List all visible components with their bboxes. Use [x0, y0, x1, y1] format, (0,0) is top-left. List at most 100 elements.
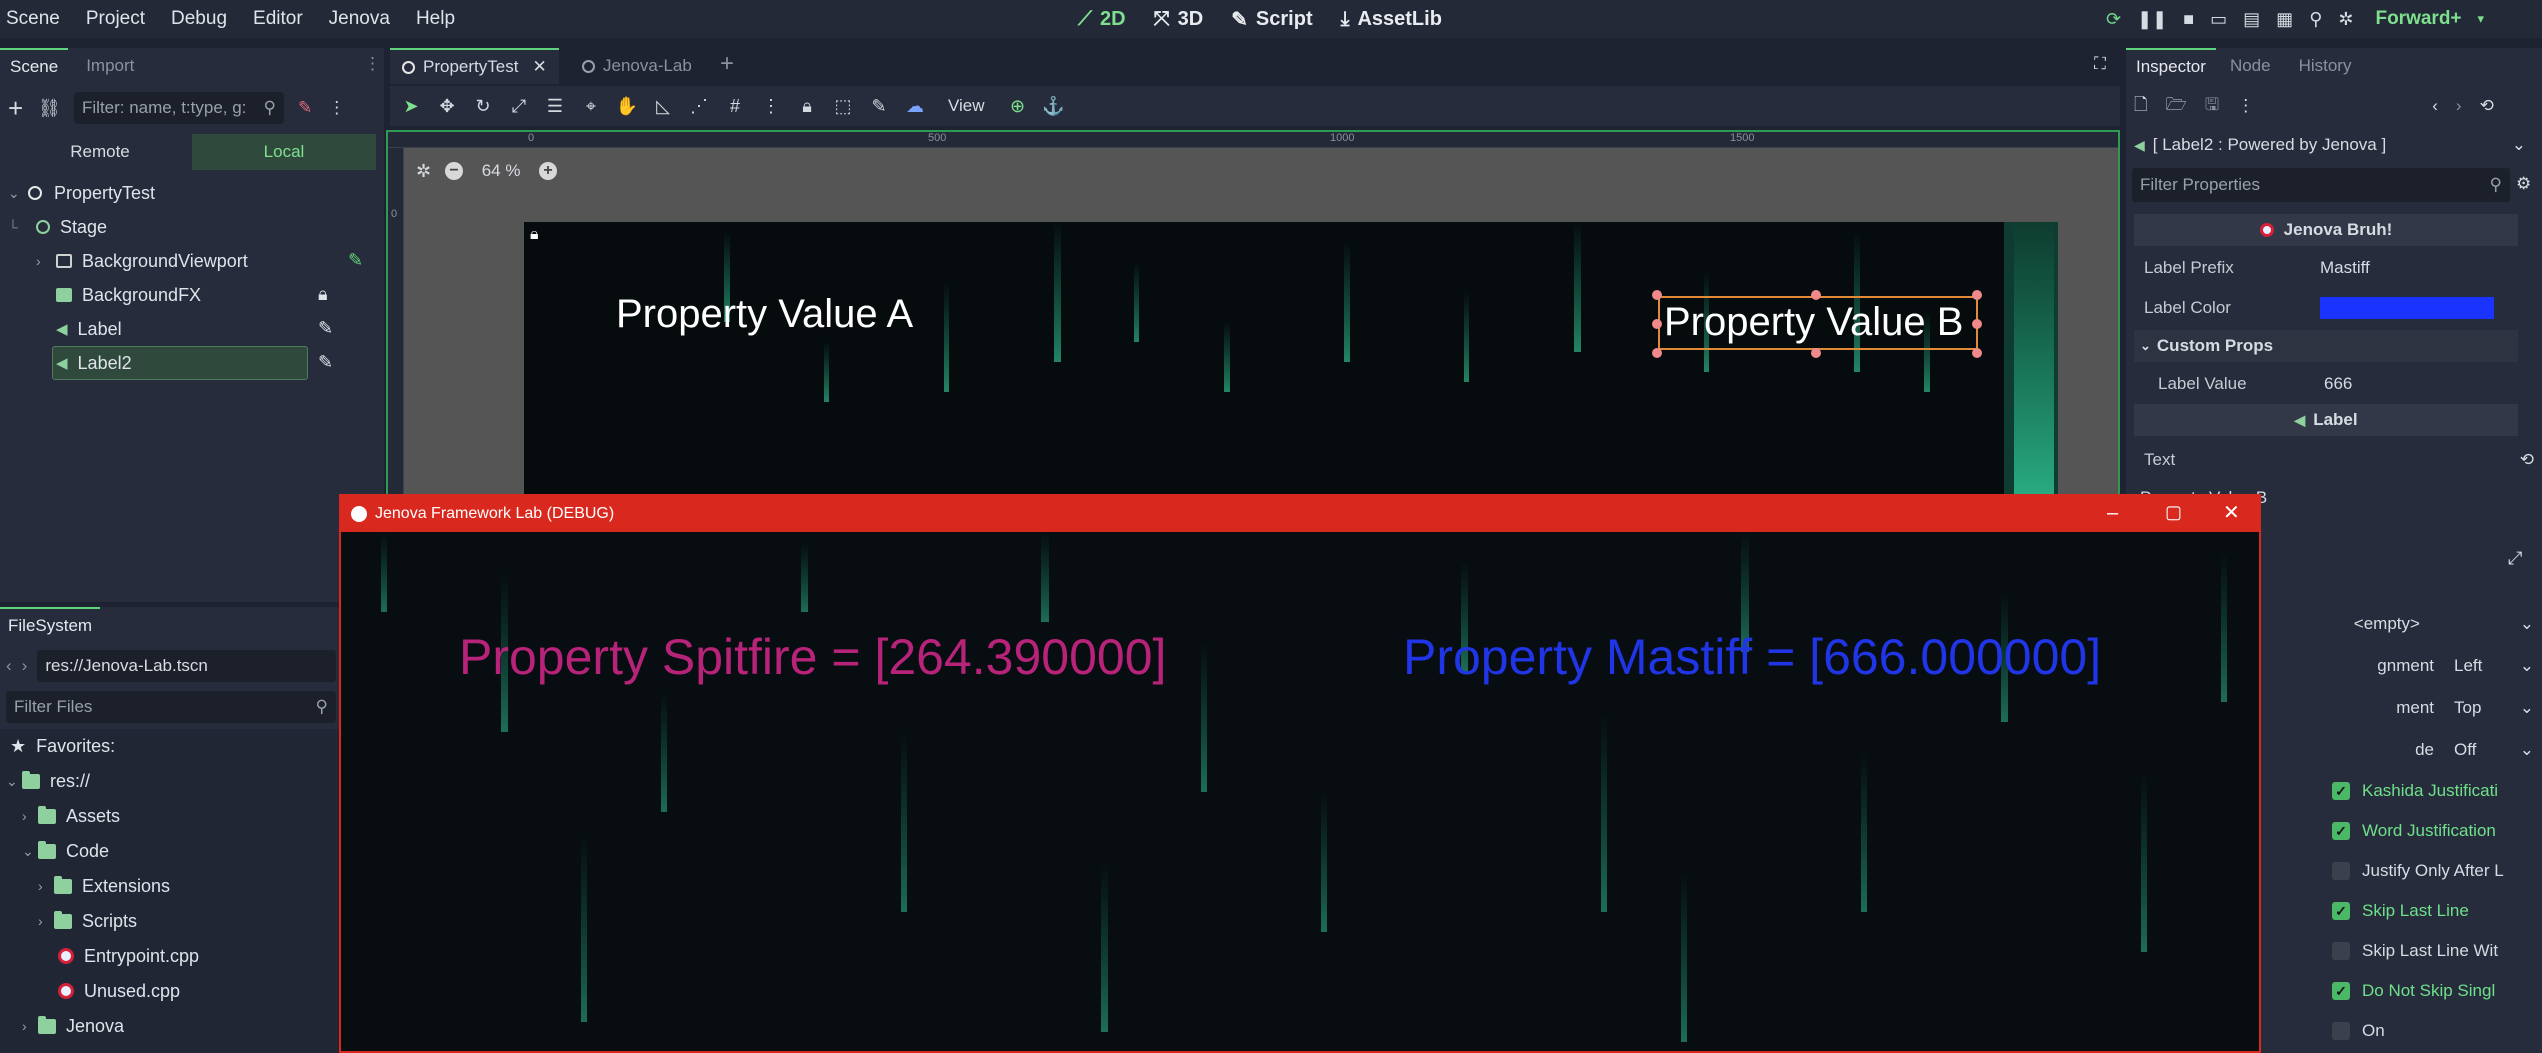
mode-3d-button[interactable]: ⤧ 3D — [1154, 8, 1204, 31]
checkbox[interactable] — [2332, 1022, 2350, 1040]
tree-row-backgroundfx[interactable]: BackgroundFX 🔒︎ — [36, 278, 532, 312]
reload-icon[interactable]: ⟳ — [2106, 9, 2121, 30]
label-color-swatch[interactable] — [2320, 297, 2494, 319]
tab-propertytest[interactable]: PropertyTest ✕ — [390, 48, 559, 84]
tab-jenova-lab[interactable]: Jenova-Lab — [582, 48, 692, 84]
label-property-value-a[interactable]: Property Value A — [616, 292, 913, 337]
pause-icon[interactable]: ❚❚ — [2137, 9, 2167, 30]
menu-scene[interactable]: Scene — [6, 8, 60, 30]
zoom-level[interactable]: 64 % — [477, 161, 525, 181]
chevron-down-icon[interactable]: ⌄ — [2520, 656, 2534, 676]
rotate-tool-icon[interactable]: ↻ — [468, 91, 498, 121]
resize-handle[interactable] — [1652, 290, 1662, 300]
flag-row[interactable]: ✓ Skip Last Line — [2332, 894, 2469, 928]
smart-snap-icon[interactable]: ⋰ — [684, 91, 714, 121]
tab-history[interactable]: History — [2285, 56, 2366, 76]
flag-row[interactable]: ✓ Kashida Justificati — [2332, 774, 2498, 808]
back-icon[interactable]: ‹ — [6, 656, 12, 676]
zoom-out-icon[interactable]: − — [445, 162, 464, 180]
debug-title-bar[interactable]: Jenova Framework Lab (DEBUG) – ▢ ✕ — [341, 496, 2259, 532]
resize-handle[interactable] — [1972, 290, 1982, 300]
cloud-icon[interactable]: ☁ — [900, 91, 930, 121]
horizontal-alignment-select[interactable]: Left — [2434, 656, 2520, 676]
tree-row-label[interactable]: ◀ Label ✎ — [36, 312, 452, 346]
tree-row-label2[interactable]: ◀ Label2 ✎ — [36, 346, 462, 380]
section-jenova[interactable]: Jenova Bruh! — [2134, 214, 2518, 246]
script-icon[interactable]: ✎ — [318, 352, 333, 373]
resize-handle[interactable] — [1811, 348, 1821, 358]
tree-row-backgroundviewport[interactable]: › BackgroundViewport ✎ — [36, 244, 376, 278]
fs-favorites[interactable]: ★ Favorites: — [10, 729, 115, 763]
chevron-down-icon[interactable]: ⌄ — [2520, 614, 2534, 634]
fs-res-root[interactable]: ⌄ res:// — [6, 764, 90, 798]
fs-scripts[interactable]: › Scripts — [38, 904, 137, 938]
label-prefix-field[interactable]: Mastiff — [2320, 258, 2370, 278]
fullscreen-icon[interactable]: ⛶ — [2094, 54, 2106, 74]
layout-icon[interactable]: ▦ — [2276, 9, 2293, 30]
filter-files-input[interactable]: Filter Files ⚲ — [6, 691, 336, 723]
tree-row-propertytest[interactable]: ⌄ PropertyTest — [8, 176, 155, 210]
close-icon[interactable]: ✕ — [532, 57, 546, 77]
fs-unused-cpp[interactable]: Unused.cpp — [58, 974, 180, 1008]
script-filter-icon[interactable]: ✎ — [298, 98, 312, 118]
forward-icon[interactable]: › — [22, 656, 28, 676]
maximize-icon[interactable]: ▢ — [2165, 502, 2182, 523]
empty-value[interactable]: <empty> — [2254, 614, 2520, 634]
back-icon[interactable]: ‹ — [2432, 96, 2438, 116]
vertical-alignment-select[interactable]: Top — [2434, 698, 2520, 718]
mode-script-button[interactable]: ✎ Script — [1231, 7, 1312, 32]
list-select-icon[interactable]: ☰ — [540, 91, 570, 121]
chevron-down-icon[interactable]: ⌄ — [2520, 740, 2534, 760]
group-custom-props[interactable]: ⌄ Custom Props — [2134, 330, 2518, 362]
save-icon[interactable]: 🖫 — [2205, 92, 2219, 121]
flag-row[interactable]: ✓ Do Not Skip Singl — [2332, 974, 2495, 1008]
menu-debug[interactable]: Debug — [171, 8, 227, 30]
tab-inspector[interactable]: Inspector — [2126, 48, 2216, 84]
search-icon[interactable]: ⚲ — [2309, 9, 2322, 30]
flag-row[interactable]: ✓ Word Justification — [2332, 814, 2496, 848]
remote-debug-icon[interactable]: ▭ — [2210, 9, 2227, 30]
lock-icon[interactable]: 🔒︎ — [792, 91, 822, 121]
forward-icon[interactable]: › — [2456, 96, 2462, 116]
lock-icon[interactable]: 🔒︎ — [318, 284, 328, 305]
script-icon[interactable]: ✎ — [318, 318, 333, 339]
kebab-menu-icon[interactable]: ⋮ — [2237, 96, 2254, 116]
autowrap-mode-select[interactable]: Off — [2434, 740, 2520, 760]
fs-code[interactable]: ⌄ Code — [22, 834, 109, 868]
flag-row[interactable]: On — [2332, 1014, 2385, 1048]
label-property-value-b[interactable]: Property Value B — [1658, 296, 1978, 350]
open-folder-icon[interactable]: 🗁 — [2166, 92, 2187, 121]
flag-row[interactable]: Justify Only After L — [2332, 854, 2504, 888]
fs-assets[interactable]: › Assets — [22, 799, 120, 833]
chevron-down-icon[interactable]: ⌄ — [2520, 698, 2534, 718]
checkbox[interactable] — [2332, 942, 2350, 960]
filter-properties-input[interactable]: Filter Properties ⚲ — [2132, 168, 2510, 202]
minimize-icon[interactable]: – — [2107, 502, 2118, 525]
view-menu[interactable]: View — [936, 96, 997, 116]
add-node-icon[interactable]: + — [8, 93, 38, 124]
select-tool-icon[interactable]: ➤ — [396, 91, 426, 121]
group-icon[interactable]: ⬚ — [828, 91, 858, 121]
remote-tab[interactable]: Remote — [8, 134, 192, 170]
close-icon[interactable]: ✕ — [2223, 500, 2240, 525]
kebab-menu-icon[interactable]: ⋮ — [756, 91, 786, 121]
resize-handle[interactable] — [1652, 348, 1662, 358]
checkbox[interactable]: ✓ — [2332, 982, 2350, 1000]
scale-tool-icon[interactable]: ⤢ — [504, 91, 534, 121]
settings-icon[interactable]: ⚙ — [2516, 174, 2531, 194]
stop-icon[interactable]: ■ — [2183, 9, 2194, 30]
tree-row-stage[interactable]: └ Stage — [8, 210, 466, 244]
path-field[interactable]: res://Jenova-Lab.tscn — [37, 650, 336, 682]
pan-tool-icon[interactable]: ✋ — [612, 91, 642, 121]
resize-handle[interactable] — [1811, 290, 1821, 300]
script-icon[interactable]: ✎ — [348, 250, 363, 271]
new-resource-icon[interactable]: 🗋 — [2134, 92, 2148, 121]
flag-row[interactable]: Skip Last Line Wit — [2332, 934, 2498, 968]
resize-handle[interactable] — [1972, 319, 1982, 329]
center-view-icon[interactable]: ✲ — [416, 161, 431, 182]
menu-project[interactable]: Project — [86, 8, 145, 30]
transform-gizmo-icon[interactable]: ⊕ — [1003, 91, 1033, 121]
tab-scene[interactable]: Scene — [0, 48, 69, 84]
revert-icon[interactable]: ⟲ — [2520, 450, 2534, 470]
kebab-menu-icon[interactable]: ⋮ — [328, 98, 345, 118]
